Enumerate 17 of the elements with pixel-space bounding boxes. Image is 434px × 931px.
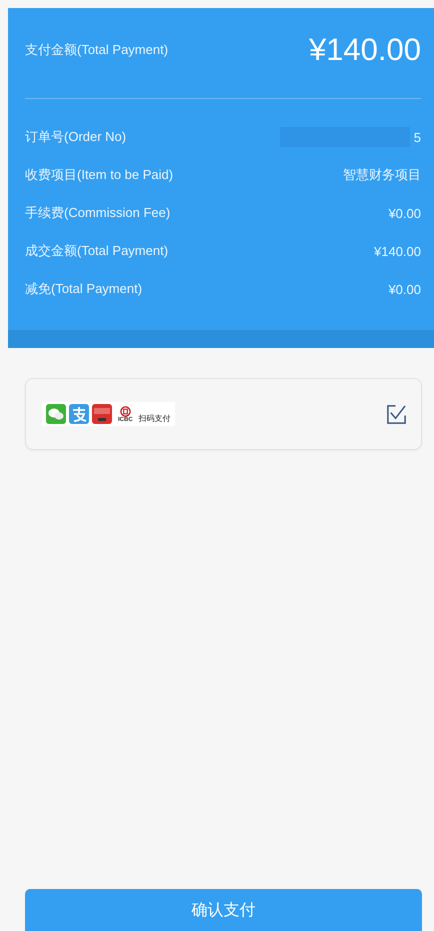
detail-label: 手续费(Commission Fee)	[25, 204, 170, 222]
detail-value: ¥0.00	[388, 206, 421, 220]
detail-label: 订单号(Order No)	[25, 128, 126, 146]
checkbox[interactable]	[386, 404, 407, 424]
detail-label: 减免(Total Payment)	[25, 280, 142, 298]
detail-value: ¥0.00	[388, 282, 421, 296]
bank-app-icon	[92, 404, 112, 424]
detail-value: ¥140.00	[374, 244, 421, 258]
detail-label: 成交金额(Total Payment)	[25, 242, 168, 260]
payment-method-label: 扫码支付	[138, 413, 171, 424]
chat-bubbles-icon	[46, 404, 66, 424]
detail-value: 智慧财务项目	[343, 166, 421, 184]
detail-value: 5	[414, 130, 421, 144]
total-label: 支付金额(Total Payment)	[25, 41, 168, 59]
detail-label: 收费项目(Item to be Paid)	[25, 166, 174, 184]
total-amount: ¥140.00	[308, 32, 421, 68]
bank-logo-icon	[120, 406, 131, 416]
